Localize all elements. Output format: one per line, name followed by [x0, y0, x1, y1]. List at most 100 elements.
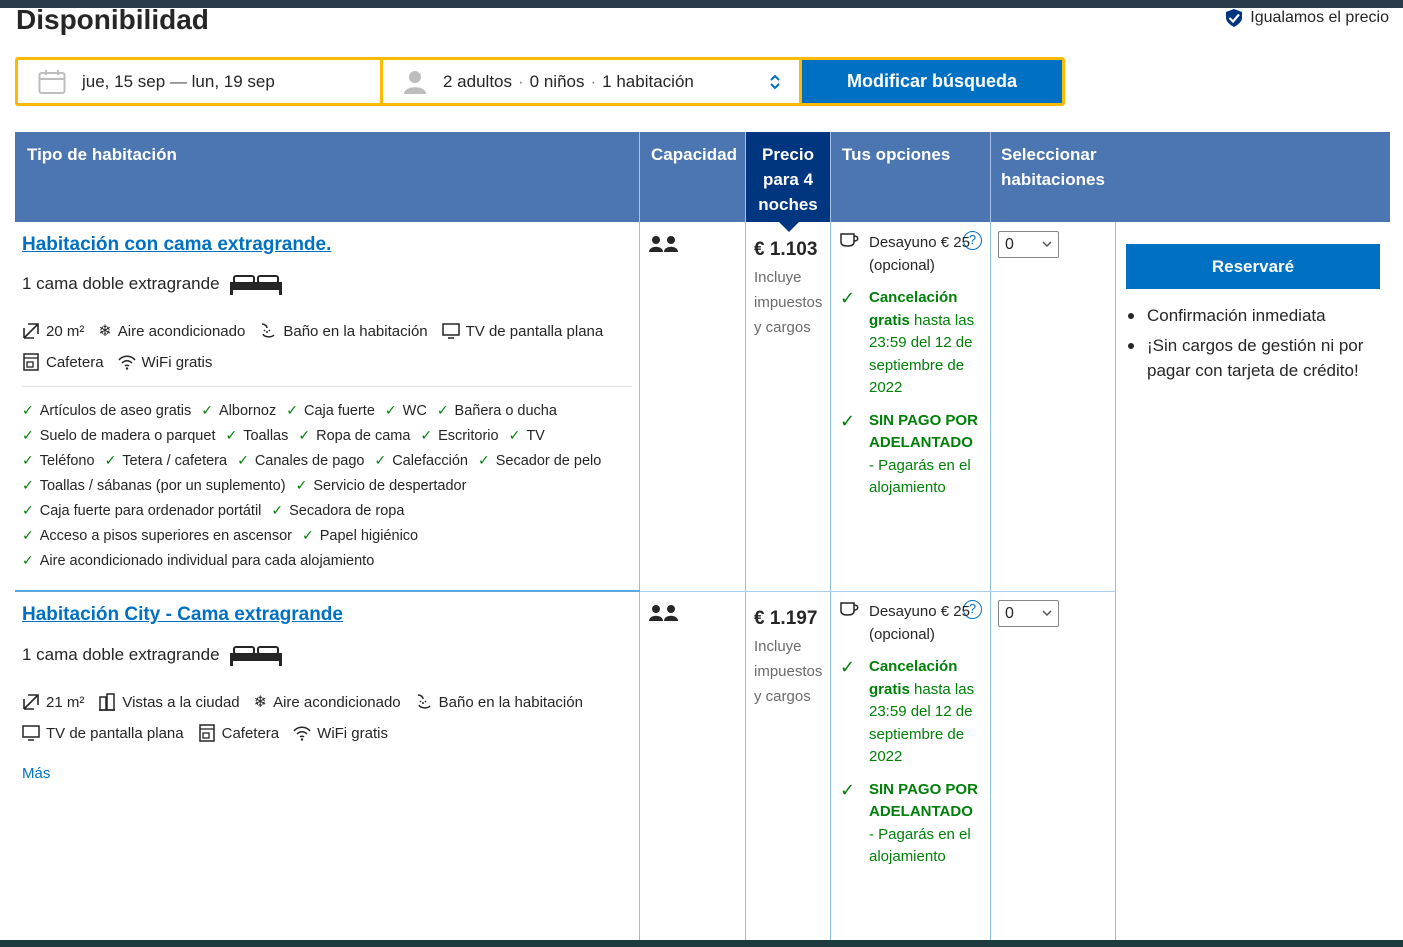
facilities-row: 21 m² Vistas a la ciudad ❄ Aire acondici…: [22, 692, 583, 712]
bed-type-label: 1 cama doble extragrande: [22, 274, 220, 293]
breakfast-label: Desayuno € 25 (opcional): [869, 234, 970, 274]
chevron-down-icon: [1042, 241, 1052, 248]
amenity-item: ✓ Servicio de despertador: [296, 477, 467, 494]
amenity-item: ✓ Acceso a pisos superiores en ascensor: [22, 527, 292, 544]
header-price-arrow: [779, 222, 799, 232]
room-quantity-select[interactable]: 0: [998, 600, 1059, 627]
amenities-row: ✓ Suelo de madera o parquet ✓ Toallas ✓ Rop…: [22, 427, 545, 444]
facility-label: Vistas a la ciudad: [122, 693, 240, 711]
amenity-label: Albornoz: [219, 402, 277, 419]
select-value: 0: [1005, 236, 1014, 253]
room-options: Desayuno € 25 (opcional) ✓ Cancelación g…: [840, 232, 980, 500]
amenities-row: ✓ Acceso a pisos superiores en ascensor ✓…: [22, 527, 418, 544]
header-capacity: Capacidad: [639, 132, 745, 222]
rooms-count: 1 habitación: [602, 71, 694, 91]
amenity-label: Secador de pelo: [495, 452, 602, 469]
date-to: lun, 19 sep: [191, 71, 275, 91]
tv-icon: [441, 323, 460, 339]
room-price: € 1.197: [754, 608, 818, 629]
breakfast-option: Desayuno € 25 (opcional): [840, 601, 980, 646]
check-icon: ✓: [286, 402, 298, 418]
bed-type-label: 1 cama doble extragrande: [22, 645, 220, 664]
amenity-item: ✓ Secadora de ropa: [271, 502, 404, 519]
amenity-label: Ropa de cama: [316, 427, 411, 444]
amenities-row: ✓ Artículos de aseo gratis ✓ Albornoz ✓ Caj…: [22, 402, 557, 419]
check-icon: ✓: [840, 657, 856, 677]
row-divider: [15, 590, 640, 592]
row-divider: [640, 591, 1116, 592]
facility-item: ❄ Aire acondicionado: [98, 321, 245, 341]
date-picker[interactable]: jue, 15 sep — lun, 19 sep: [18, 60, 380, 103]
rooms-table-header: Tipo de habitación Capacidad Precio para…: [15, 132, 1390, 232]
facility-item: 20 m²: [22, 322, 84, 340]
header-room-type: Tipo de habitación: [27, 145, 177, 164]
modify-search-button[interactable]: Modificar búsqueda: [802, 60, 1062, 103]
room-size-icon: [23, 323, 39, 339]
facilities-row: Cafetera WiFi gratis: [22, 353, 212, 371]
amenity-item: ✓ Papel higiénico: [302, 527, 418, 544]
top-bar: [0, 0, 1403, 8]
amenity-label: Bañera o ducha: [454, 402, 557, 419]
check-icon: ✓: [271, 502, 284, 518]
amenity-label: WC: [402, 402, 427, 419]
check-icon: ✓: [840, 410, 856, 431]
check-icon: ✓: [374, 452, 387, 468]
check-icon: ✓: [384, 402, 397, 418]
more-link[interactable]: Más: [22, 765, 50, 782]
facility-label: Aire acondicionado: [117, 322, 246, 340]
select-value: 0: [1005, 605, 1014, 622]
amenity-label: TV: [526, 427, 545, 444]
no-prepayment-bold: SIN PAGO POR ADELANTADO: [869, 411, 978, 452]
check-icon: ✓: [237, 452, 249, 468]
column-divider: [745, 222, 746, 940]
calendar-icon: [38, 69, 66, 94]
guest-selector[interactable]: 2 adultos · 0 niños · 1 habitación: [383, 60, 799, 103]
snowflake-icon: ❄: [253, 694, 268, 711]
check-icon: ✓: [840, 779, 856, 800]
column-divider: [830, 222, 831, 940]
facility-label: TV de pantalla plana: [46, 724, 184, 742]
room-quantity-select[interactable]: 0: [998, 231, 1059, 258]
header-select-rooms: Seleccionar habitaciones: [990, 132, 1115, 222]
check-icon: ✓: [436, 402, 449, 418]
price-match-label: Igualamos el precio: [1250, 9, 1389, 26]
children-count: 0 niños: [529, 71, 585, 91]
facilities-row: TV de pantalla plana Cafetera WiFi grati…: [22, 724, 388, 742]
benefit-item: ¡Sin cargos de gestión ni por pagar con …: [1127, 333, 1387, 383]
amenity-item: ✓ Aire acondicionado individual para cada…: [22, 552, 374, 569]
amenity-item: ✓ Calefacción: [374, 452, 468, 469]
amenity-item: ✓ WC: [385, 402, 427, 419]
facility-item: 21 m²: [22, 693, 84, 711]
header-price: Precio para 4 noches: [745, 132, 830, 232]
amenity-label: Caja fuerte: [303, 402, 375, 419]
header-options: Tus opciones: [830, 132, 990, 222]
breakfast-label: Desayuno € 25 (opcional): [869, 603, 970, 643]
no-prepayment-bold: SIN PAGO POR ADELANTADO: [869, 780, 978, 821]
check-icon: ✓: [298, 427, 311, 443]
check-icon: ✓: [508, 427, 521, 443]
facility-label: TV de pantalla plana: [465, 322, 604, 340]
person-icon: [404, 70, 426, 94]
wifi-icon: [293, 726, 311, 741]
chevron-updown-icon: [770, 74, 780, 90]
adults-count: 2 adultos: [443, 71, 512, 91]
check-icon: ✓: [104, 452, 117, 468]
price-match-badge[interactable]: Igualamos el precio: [1224, 8, 1389, 28]
amenity-label: Artículos de aseo gratis: [39, 402, 192, 419]
shield-check-icon: [1226, 9, 1243, 27]
section-divider: [22, 386, 632, 387]
reserve-button[interactable]: Reservaré: [1126, 244, 1380, 289]
amenities-row: ✓ Caja fuerte para ordenador portátil ✓ Se…: [22, 502, 404, 519]
check-icon: ✓: [22, 502, 34, 518]
breakfast-option: Desayuno € 25 (opcional): [840, 232, 980, 277]
facility-label: 21 m²: [46, 693, 85, 711]
room-name-link[interactable]: Habitación con cama extragrande.: [22, 234, 331, 256]
no-prepayment-option: ✓ SIN PAGO POR ADELANTADO - Pagarás en e…: [840, 410, 980, 500]
amenity-item: ✓ Secador de pelo: [478, 452, 601, 469]
amenity-item: ✓ TV: [509, 427, 545, 444]
room-name-link[interactable]: Habitación City - Cama extragrande: [22, 604, 343, 626]
column-divider: [639, 222, 640, 940]
facility-label: 20 m²: [46, 322, 85, 340]
tv-icon: [22, 725, 40, 741]
amenity-label: Suelo de madera o parquet: [39, 427, 216, 444]
